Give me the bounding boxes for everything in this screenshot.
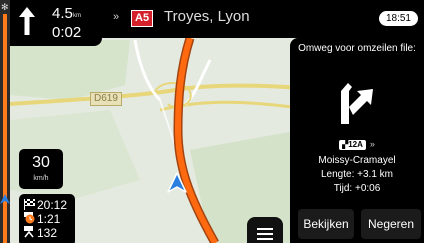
route-progress-bar: ✻ xyxy=(0,0,10,243)
next-turn-panel[interactable]: 4.5 km 0:02 xyxy=(10,0,102,46)
next-turn-distance-unit: km xyxy=(73,13,81,19)
detour-length: Lengte: +3.1 km xyxy=(321,169,393,180)
remaining-time-row: 1:21 xyxy=(23,212,60,226)
detour-place: Moissy-Cramayel xyxy=(318,155,396,166)
straight-arrow-icon xyxy=(19,7,35,35)
road-number-shield: A5 xyxy=(131,10,154,27)
exit-chevron: » xyxy=(369,139,375,149)
remaining-time: 1:21 xyxy=(37,212,61,226)
hamburger-menu-icon xyxy=(257,228,273,240)
remaining-distance: 132 xyxy=(37,226,58,240)
ignore-button[interactable]: Negeren xyxy=(361,209,421,239)
detour-time: Tijd: +0:06 xyxy=(333,183,381,194)
detour-arrow-icon xyxy=(341,83,373,124)
view-button[interactable]: Bekijken xyxy=(298,209,354,239)
navigation-arrow-icon xyxy=(167,172,187,193)
flag-clock-icon xyxy=(24,212,35,224)
exit-info: ▞12A » xyxy=(290,139,424,150)
arrival-time: 20:12 xyxy=(37,198,68,212)
next-turn-time: 0:02 xyxy=(52,24,82,41)
navigation-screen: D619 ✻ 4.5 km 0:02 » A5 Troyes, Lyon 18:… xyxy=(0,0,424,243)
speed-display[interactable]: 30 km/h xyxy=(19,149,63,189)
next-turn-distance: 4.5 xyxy=(52,5,73,22)
flag-distance-icon xyxy=(24,226,34,238)
speed-value: 30 xyxy=(32,154,50,171)
speed-unit: km/h xyxy=(33,175,49,182)
arrival-time-row: 20:12 xyxy=(23,198,67,212)
checkered-flag-icon xyxy=(24,199,35,210)
detour-panel: Omweg voor omzeilen file: ▞12A » Moissy-… xyxy=(290,38,424,243)
destination-marker-icon: ✻ xyxy=(1,2,9,12)
route-progress-fill xyxy=(3,14,7,243)
destination-label: Troyes, Lyon xyxy=(164,8,250,25)
top-bar: 4.5 km 0:02 » A5 Troyes, Lyon 18:51 xyxy=(10,0,424,46)
exit-number-shield: ▞12A xyxy=(339,140,366,150)
detour-panel-title: Omweg voor omzeilen file: xyxy=(298,43,416,54)
clock: 18:51 xyxy=(378,11,418,26)
remaining-distance-row: 132 xyxy=(23,226,57,240)
route-separator: » xyxy=(113,11,120,23)
trip-info-panel[interactable]: 20:12 1:21 132 xyxy=(19,194,75,243)
road-label-d619: D619 xyxy=(90,92,122,106)
exit-number: 12A xyxy=(348,140,363,149)
progress-position-icon xyxy=(0,194,10,204)
menu-button[interactable] xyxy=(247,217,283,243)
